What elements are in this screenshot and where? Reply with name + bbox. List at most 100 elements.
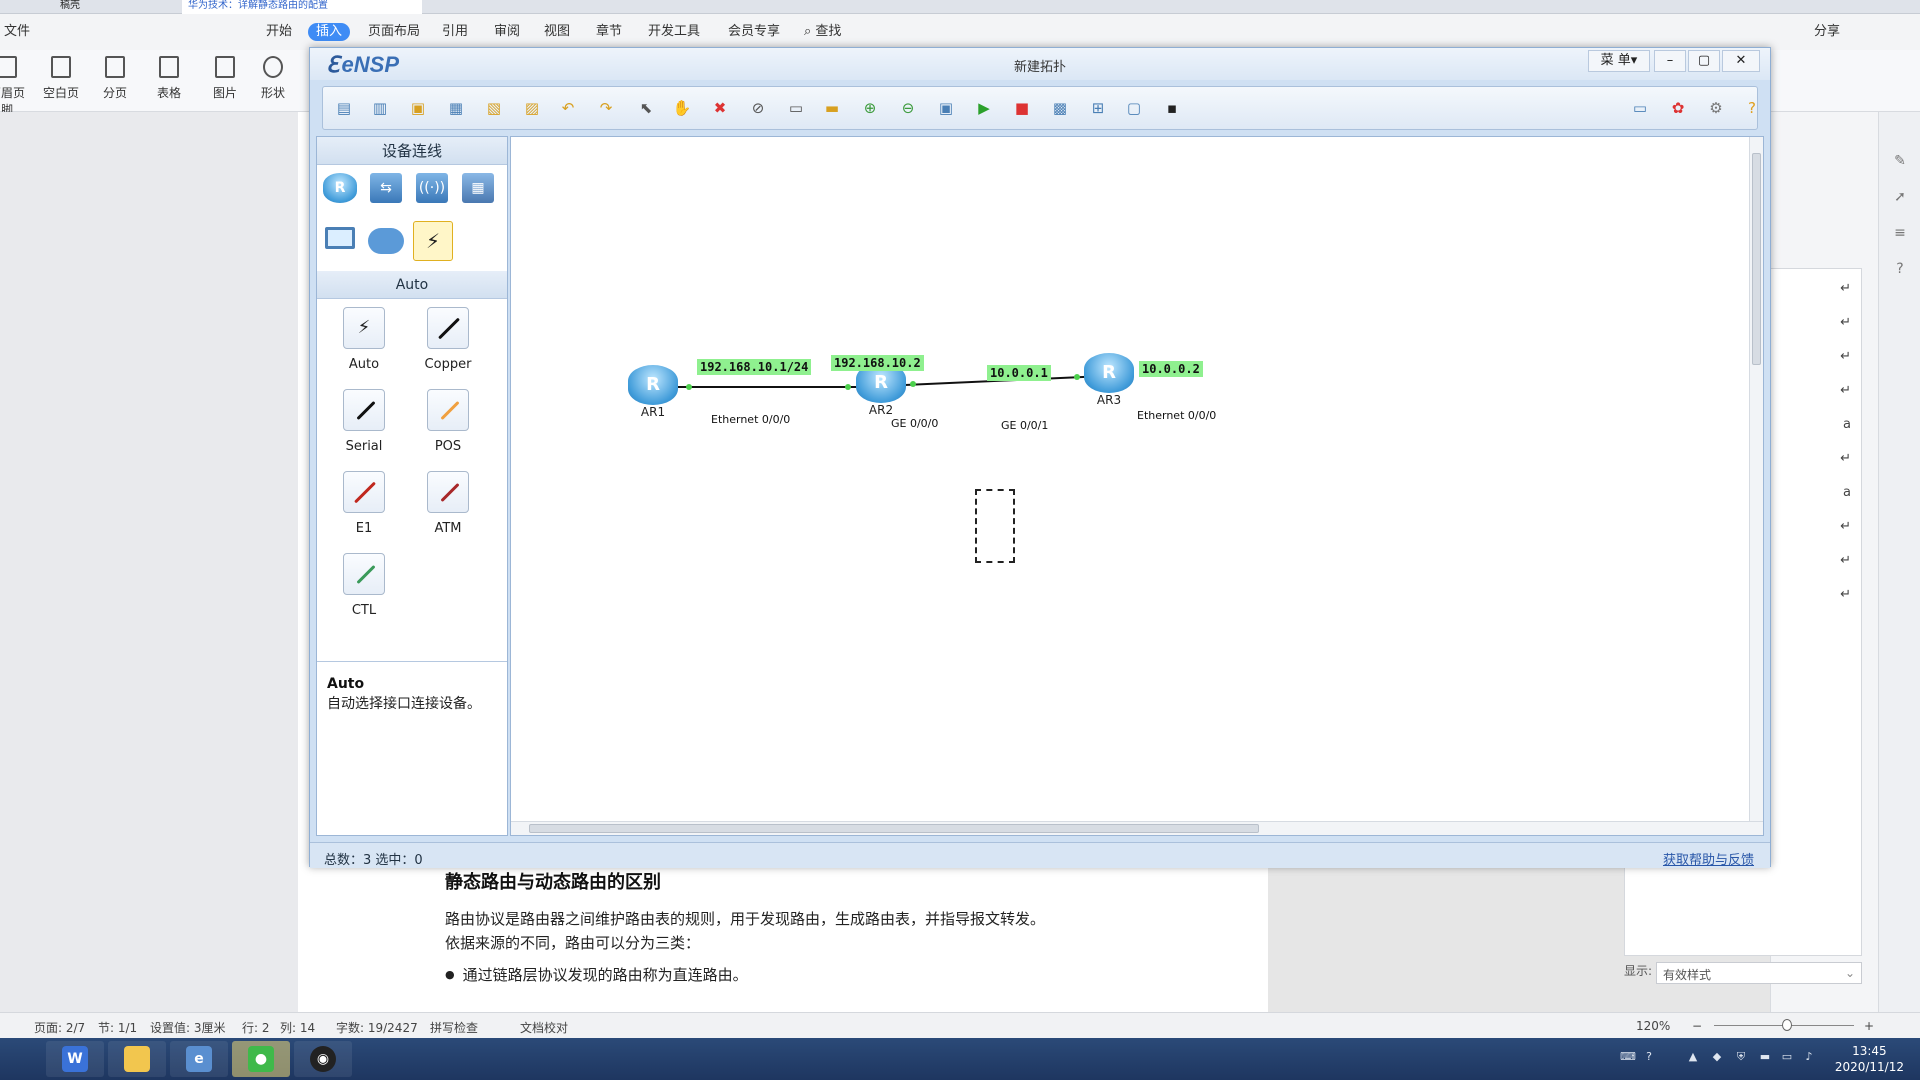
- zoom-in-button[interactable]: +: [1864, 1019, 1874, 1033]
- zoom-level[interactable]: 120%: [1636, 1019, 1670, 1033]
- proofread-button[interactable]: 文档校对: [520, 1019, 568, 1036]
- ribbon-table[interactable]: 表格: [146, 56, 192, 101]
- huawei-logo-icon[interactable]: ✿: [1667, 97, 1689, 119]
- help-icon[interactable]: ?: [1891, 260, 1909, 278]
- open-icon[interactable]: ▣: [407, 97, 429, 119]
- vertical-scroll-thumb[interactable]: [1752, 153, 1761, 365]
- spell-check-button[interactable]: 拼写检查: [430, 1019, 478, 1036]
- menu-home[interactable]: 开始: [266, 24, 292, 40]
- save-as-icon[interactable]: ▧: [483, 97, 505, 119]
- conn-atm[interactable]: ATM: [413, 471, 483, 536]
- start-device-icon[interactable]: ▶: [973, 97, 995, 119]
- conn-ctl[interactable]: CTL: [329, 553, 399, 618]
- menu-member[interactable]: 会员专享: [728, 24, 780, 40]
- edit-icon[interactable]: ✎: [1891, 152, 1909, 170]
- zoom-in-icon[interactable]: ⊕: [859, 97, 881, 119]
- router-node-ar1[interactable]: R AR1: [623, 365, 683, 419]
- device-cloud[interactable]: [367, 223, 405, 259]
- fit-window-icon[interactable]: ▣: [935, 97, 957, 119]
- help-icon[interactable]: ?: [1741, 97, 1763, 119]
- menu-references[interactable]: 引用: [442, 24, 468, 40]
- folder-tray-icon[interactable]: ▬: [1758, 1050, 1772, 1064]
- menu-file[interactable]: 文件: [4, 24, 30, 40]
- ribbon-shape[interactable]: 形状: [250, 56, 296, 101]
- redo-icon[interactable]: ↷: [595, 97, 617, 119]
- shield-tray-icon[interactable]: ⛨: [1734, 1050, 1748, 1064]
- system-clock[interactable]: 13:45 2020/11/12: [1835, 1043, 1904, 1075]
- ribbon-header-footer[interactable]: 页眉页脚: [0, 56, 30, 118]
- keyboard-tray-icon[interactable]: ⌨: [1620, 1050, 1636, 1064]
- zoom-slider-handle[interactable]: [1782, 1019, 1792, 1031]
- style-display-select[interactable]: 有效样式 ⌄: [1656, 962, 1862, 984]
- menu-search[interactable]: ⌕ 查找: [804, 24, 841, 40]
- router-node-ar2[interactable]: R AR2: [851, 363, 911, 417]
- select-pointer-icon[interactable]: ⬉: [635, 97, 657, 119]
- help-feedback-link[interactable]: 获取帮助与反馈: [1663, 849, 1754, 868]
- network-tray-icon[interactable]: ▭: [1780, 1050, 1794, 1064]
- document-content[interactable]: 静态路由与动态路由的区别 路由协议是路由器之间维护路由表的规则，用于发现路由，生…: [445, 868, 1265, 985]
- device-connections[interactable]: ⚡: [413, 221, 453, 261]
- taskbar-wechat[interactable]: ●: [232, 1041, 290, 1077]
- show-interface-icon[interactable]: ▢: [1123, 97, 1145, 119]
- horizontal-scroll-thumb[interactable]: [529, 824, 1259, 833]
- wps-tab-document[interactable]: 华为技术：详解静态路由的配置: [182, 0, 422, 14]
- device-pc[interactable]: [321, 223, 359, 259]
- ensp-title-bar[interactable]: ℇeNSP 新建拓扑 菜 单▾ – ▢ ✕: [310, 48, 1770, 80]
- stop-device-icon[interactable]: ■: [1011, 97, 1033, 119]
- horizontal-scrollbar[interactable]: [511, 821, 1763, 835]
- print-icon[interactable]: ▨: [521, 97, 543, 119]
- undo-icon[interactable]: ↶: [557, 97, 579, 119]
- new-example-icon[interactable]: ▥: [369, 97, 391, 119]
- conn-auto[interactable]: ⚡ Auto: [329, 307, 399, 372]
- share-button[interactable]: 分享: [1814, 24, 1840, 40]
- conn-e1[interactable]: E1: [329, 471, 399, 536]
- ip-label[interactable]: 192.168.10.2: [831, 355, 924, 371]
- zoom-out-button[interactable]: −: [1692, 1019, 1702, 1033]
- router-node-ar3[interactable]: R AR3: [1079, 353, 1139, 407]
- ip-label[interactable]: 10.0.0.1: [987, 365, 1051, 381]
- conn-copper[interactable]: Copper: [413, 307, 483, 372]
- menu-page-layout[interactable]: 页面布局: [368, 24, 420, 40]
- zoom-out-icon[interactable]: ⊖: [897, 97, 919, 119]
- select-icon[interactable]: ➚: [1891, 188, 1909, 206]
- menu-view[interactable]: 视图: [544, 24, 570, 40]
- ribbon-picture[interactable]: 图片: [202, 56, 248, 101]
- menu-developer[interactable]: 开发工具: [648, 24, 700, 40]
- vertical-scrollbar[interactable]: [1749, 137, 1763, 823]
- settings-gear-icon[interactable]: ⚙: [1705, 97, 1727, 119]
- device-wireless[interactable]: ((·)): [413, 173, 451, 209]
- ribbon-page-break[interactable]: 分页: [92, 56, 138, 101]
- ribbon-blank-page[interactable]: 空白页: [38, 56, 84, 101]
- text-annotation-icon[interactable]: ▭: [785, 97, 807, 119]
- capture-icon[interactable]: ▩: [1049, 97, 1071, 119]
- wps-tab-draft[interactable]: 稿壳: [54, 0, 154, 14]
- taskbar-ensp[interactable]: e: [170, 1041, 228, 1077]
- settings-sliders-icon[interactable]: ≡: [1891, 224, 1909, 242]
- volume-tray-icon[interactable]: ♪: [1802, 1050, 1816, 1064]
- console-icon[interactable]: ▪: [1161, 97, 1183, 119]
- topology-canvas[interactable]: R AR1 R AR2 R AR3 192.168.10.1/24 192.16…: [510, 136, 1764, 836]
- topology-icon[interactable]: ⊞: [1087, 97, 1109, 119]
- save-icon[interactable]: ▦: [445, 97, 467, 119]
- ip-label[interactable]: 10.0.0.2: [1139, 361, 1203, 377]
- new-topology-icon[interactable]: ▤: [333, 97, 355, 119]
- drag-hand-icon[interactable]: ✋: [671, 97, 693, 119]
- menu-chapter[interactable]: 章节: [596, 24, 622, 40]
- device-switch[interactable]: ⇆: [367, 173, 405, 209]
- tray-expand-icon[interactable]: ▲: [1686, 1050, 1700, 1064]
- minimize-button[interactable]: –: [1654, 50, 1686, 72]
- security-tray-icon[interactable]: ◆: [1710, 1050, 1724, 1064]
- ip-label[interactable]: 192.168.10.1/24: [697, 359, 812, 375]
- menu-review[interactable]: 审阅: [494, 24, 520, 40]
- conn-pos[interactable]: POS: [413, 389, 483, 454]
- ensp-menu-button[interactable]: 菜 单▾: [1588, 50, 1650, 72]
- menu-insert[interactable]: 插入: [308, 23, 351, 41]
- palette-icon[interactable]: ▬: [821, 97, 843, 119]
- feedback-icon[interactable]: ▭: [1629, 97, 1651, 119]
- help-tray-icon[interactable]: ?: [1642, 1050, 1656, 1064]
- conn-serial[interactable]: Serial: [329, 389, 399, 454]
- taskbar-wps[interactable]: W: [46, 1041, 104, 1077]
- delete-link-icon[interactable]: ⊘: [747, 97, 769, 119]
- maximize-button[interactable]: ▢: [1688, 50, 1720, 72]
- delete-icon[interactable]: ✖: [709, 97, 731, 119]
